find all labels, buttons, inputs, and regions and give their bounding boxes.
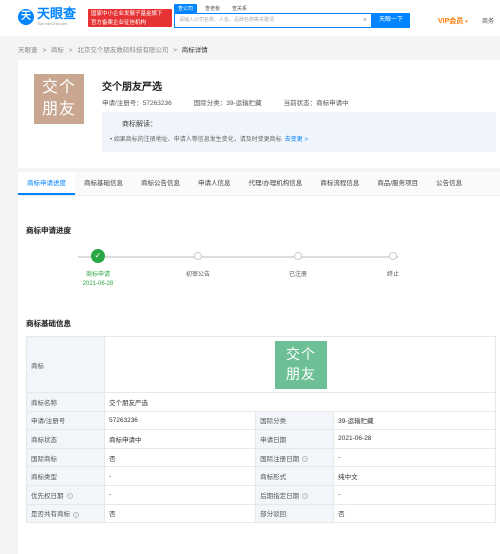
interp-title: 商标解读： <box>122 121 157 128</box>
tab-process[interactable]: 商标流程信息 <box>311 172 368 195</box>
progress-title: 商标申请进度 <box>26 226 71 235</box>
table-row: 国际商标 否 国际注册日期? - <box>26 447 496 468</box>
detail-tabs: 商标申请进度 商标基础信息 商标公告信息 申请人信息 代理/办理机构信息 商标流… <box>18 172 500 196</box>
reg-number: 申请/注册号：57263236 <box>102 100 172 107</box>
table-row: 优先权日期? - 后期指定日期? - <box>26 484 496 505</box>
change-link[interactable]: 去变更 > <box>285 137 308 143</box>
table-row: 商标类型 - 商标形式 纯中文 <box>26 466 496 486</box>
trademark-title: 交个朋友严选 <box>102 82 162 93</box>
trademark-header-card: 交个 朋友 交个朋友严选 申请/注册号：57263236 国际分类：39-运输贮… <box>18 60 500 168</box>
progress-step-prelim: 初审公告 <box>168 250 228 278</box>
site-logo[interactable]: 天 天眼查 TianYanCha.com <box>18 7 76 26</box>
trademark-image: 交个 朋友 <box>275 340 327 389</box>
chevron-down-icon: ▾ <box>465 19 468 25</box>
help-icon[interactable]: ? <box>73 511 79 518</box>
intl-class: 国际分类：39-运输贮藏 <box>193 100 262 107</box>
step-dot-icon <box>389 252 397 260</box>
search-input[interactable]: 请输入公司名称、人名、品牌名称等关键词 × <box>174 13 372 28</box>
breadcrumb-current: 商标详情 <box>181 47 208 54</box>
breadcrumb-trademark[interactable]: 商标 <box>51 47 64 54</box>
breadcrumb: 天眼查 > 商标 > 北京交个朋友数码科技有限公司 > 商标详情 <box>18 47 208 54</box>
slogan-badge: 国家中小企业发展子基金旗下 官方备案企业征信机构 <box>88 9 172 27</box>
trademark-interpretation: 商标解读： • 如果商标的注册地址、申请人等信息发生变化，请及时变更商标 去变更 … <box>102 112 496 152</box>
top-bar: 天 天眼查 TianYanCha.com 国家中小企业发展子基金旗下 官方备案企… <box>0 0 500 36</box>
help-icon[interactable]: ? <box>302 493 309 500</box>
tab-progress[interactable]: 商标申请进度 <box>18 172 75 195</box>
progress-step-apply: ✓ 商标申请 2021-06-28 <box>68 249 128 287</box>
table-row: 商标状态 商标申请中 申请日期 2021-06-28 <box>26 429 496 449</box>
business-menu[interactable]: 商务 <box>482 16 494 25</box>
basic-info-title: 商标基础信息 <box>26 319 71 328</box>
tab-basic-info[interactable]: 商标基础信息 <box>75 172 132 195</box>
breadcrumb-home[interactable]: 天眼查 <box>18 47 38 54</box>
tab-agency[interactable]: 代理/办理机构信息 <box>240 172 312 195</box>
search-type-tabs: 查公司 查老板 查关系 <box>174 4 255 13</box>
help-icon[interactable]: ? <box>302 455 309 462</box>
clear-icon[interactable]: × <box>363 14 367 27</box>
detail-card: 商标申请进度 商标基础信息 商标公告信息 申请人信息 代理/办理机构信息 商标流… <box>18 172 500 554</box>
help-icon[interactable]: ? <box>66 493 73 500</box>
progress-step-terminated: 终止 <box>363 250 423 278</box>
progress-step-date: 2021-06-28 <box>82 281 114 287</box>
check-icon: ✓ <box>91 249 105 263</box>
step-dot-icon <box>294 252 302 260</box>
current-status: 当前状态：商标申请中 <box>283 100 349 107</box>
basic-info-table: 商标 交个 朋友 商标名称 交个朋友严选 申请/注册号 57263236 国际分… <box>26 336 496 524</box>
vip-menu[interactable]: VIP会员 ▾ <box>438 16 468 26</box>
tab-announcement[interactable]: 商标公告信息 <box>132 172 189 195</box>
trademark-logo: 交个 朋友 <box>34 74 84 124</box>
logo-url: TianYanCha.com <box>37 21 68 26</box>
search-tab-company[interactable]: 查公司 <box>174 4 198 13</box>
breadcrumb-company[interactable]: 北京交个朋友数码科技有限公司 <box>77 47 168 54</box>
search-button[interactable]: 天眼一下 <box>372 13 410 28</box>
logo-name: 天眼查 <box>37 6 77 21</box>
search-tab-relation[interactable]: 查关系 <box>228 4 251 13</box>
tab-notice[interactable]: 公告信息 <box>427 172 471 195</box>
progress-step-registered: 已注册 <box>268 250 328 278</box>
logo-icon: 天 <box>18 8 34 25</box>
trademark-meta: 申请/注册号：57263236 国际分类：39-运输贮藏 当前状态：商标申请中 <box>102 97 371 107</box>
step-dot-icon <box>194 252 202 260</box>
table-row: 商标名称 交个朋友严选 <box>26 392 496 412</box>
tab-applicant[interactable]: 申请人信息 <box>189 172 240 195</box>
tab-goods-services[interactable]: 商品/服务项目 <box>368 172 427 195</box>
table-row: 是否共有商标? 否 部分驳回 否 <box>26 503 496 524</box>
table-row: 申请/注册号 57263236 国际分类 39-运输贮藏 <box>26 410 496 431</box>
table-row: 商标 交个 朋友 <box>26 336 496 393</box>
search-tab-boss[interactable]: 查老板 <box>201 4 224 13</box>
